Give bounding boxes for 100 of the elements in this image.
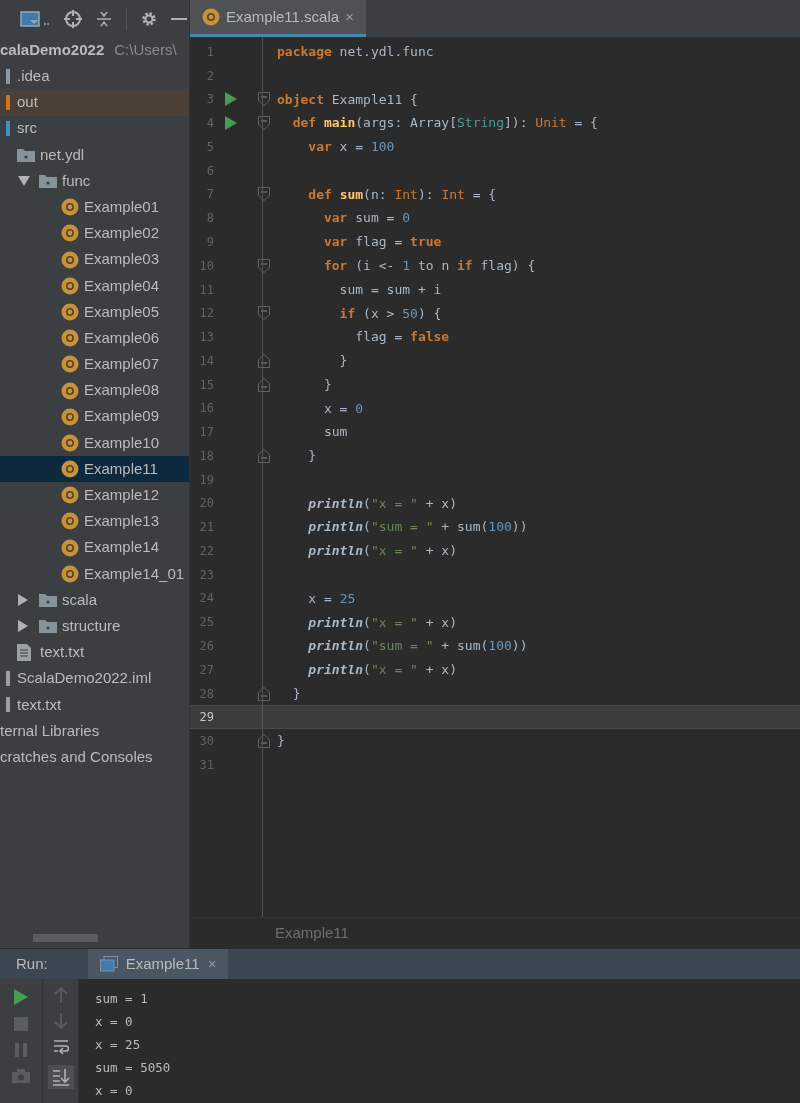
text-file-icon: [17, 643, 31, 661]
collapse-icon[interactable]: [96, 9, 112, 28]
tree-item[interactable]: Example07: [0, 351, 189, 378]
code-line: println("x = " + x): [307, 494, 458, 513]
tree-item[interactable]: ternal Libraries: [0, 717, 189, 745]
tree-item[interactable]: Example06: [0, 325, 189, 352]
tree-item[interactable]: Example01: [0, 194, 189, 221]
tree-item[interactable]: cratches and Consoles: [0, 744, 189, 771]
settings-icon[interactable]: [141, 10, 157, 27]
file-tab[interactable]: Example11.scala ×: [190, 0, 366, 37]
console-line: sum = 5050: [95, 1059, 171, 1078]
fold-icon[interactable]: [258, 187, 270, 202]
object-icon: [61, 460, 79, 479]
folder-icon: [17, 147, 35, 162]
run-tab[interactable]: Example11 ×: [87, 949, 229, 979]
project-path: C:\Users\: [114, 39, 177, 60]
fold-icon[interactable]: [258, 353, 270, 368]
code-line: }: [322, 375, 332, 394]
code-line: var sum = 0: [322, 209, 411, 228]
console-line: x = 25: [95, 1036, 142, 1055]
tree-item[interactable]: Example12: [0, 482, 189, 509]
code-line: flag = false: [354, 328, 450, 347]
tree-item[interactable]: Example08: [0, 377, 189, 404]
camera-icon[interactable]: [12, 1069, 30, 1083]
down-arrow-icon[interactable]: [53, 1013, 68, 1029]
folder-icon: [39, 619, 57, 634]
window-dropdown-icon[interactable]: [20, 10, 50, 27]
tree-item[interactable]: Example11: [0, 456, 189, 483]
line-number: 11: [198, 281, 214, 299]
tree-item[interactable]: Example14_01: [0, 560, 189, 587]
object-icon: [61, 486, 79, 505]
code-line: package net.ydl.func: [276, 43, 434, 62]
line-number: 9: [205, 234, 214, 251]
fold-icon[interactable]: [258, 377, 270, 392]
object-icon: [61, 276, 79, 295]
tree-item[interactable]: calaDemo2022 C:\Users\: [0, 37, 189, 64]
line-number: 6: [205, 162, 214, 180]
run-icon[interactable]: [225, 116, 237, 131]
fold-icon[interactable]: [258, 92, 270, 107]
breadcrumb[interactable]: Example11: [275, 921, 349, 945]
folder-icon: [39, 174, 57, 189]
line-number: 25: [198, 614, 214, 632]
tree-item[interactable]: func: [0, 167, 189, 195]
line-number: 20: [198, 495, 214, 513]
tree-item[interactable]: text.txt: [0, 639, 189, 666]
tree-item[interactable]: .idea: [0, 63, 189, 90]
tree-item[interactable]: Example04: [0, 272, 189, 299]
code-line: if (x > 50) {: [338, 304, 442, 323]
object-icon: [61, 381, 79, 400]
object-icon: [61, 329, 79, 348]
fold-icon[interactable]: [258, 116, 270, 131]
code-line: sum: [322, 423, 348, 442]
scroll-to-end-icon[interactable]: [47, 1065, 74, 1089]
tree-item[interactable]: text.txt: [0, 691, 189, 718]
tree-item[interactable]: Example10: [0, 429, 189, 456]
folder-icon: [39, 593, 57, 608]
line-number: 13: [198, 329, 214, 347]
tree-item[interactable]: out: [0, 89, 189, 116]
minimize-icon[interactable]: [171, 16, 187, 21]
line-number: 27: [198, 661, 214, 679]
tree-item[interactable]: Example13: [0, 508, 189, 535]
scrollbar-thumb[interactable]: [33, 934, 98, 942]
tree-item[interactable]: Example09: [0, 403, 189, 430]
fold-icon[interactable]: [258, 686, 270, 701]
close-button[interactable]: ×: [345, 5, 354, 29]
line-number: 28: [198, 685, 214, 703]
object-icon: [61, 512, 79, 531]
run-icon[interactable]: [225, 92, 237, 107]
crosshair-icon[interactable]: [64, 9, 82, 28]
line-number: 22: [198, 542, 214, 560]
tree-item[interactable]: structure: [0, 613, 189, 640]
code-line: sum = sum + i: [338, 280, 442, 299]
object-icon: [61, 302, 79, 321]
line-number: 14: [198, 352, 214, 370]
fold-icon[interactable]: [258, 448, 270, 463]
tree-item[interactable]: scala: [0, 586, 189, 614]
object-icon: [61, 250, 79, 269]
fold-icon[interactable]: [258, 306, 270, 321]
line-number: 24: [198, 590, 214, 608]
console-line: sum = 1: [95, 990, 149, 1009]
tree-item[interactable]: ScalaDemo2022.iml: [0, 665, 189, 692]
pause-icon[interactable]: [15, 1043, 27, 1057]
line-number: 21: [198, 519, 214, 537]
up-arrow-icon[interactable]: [53, 987, 68, 1003]
run-icon[interactable]: [14, 989, 28, 1005]
tree-item[interactable]: src: [0, 115, 189, 142]
tree-item[interactable]: Example03: [0, 246, 189, 273]
tree-item[interactable]: Example14: [0, 534, 189, 561]
project-name: calaDemo2022: [0, 39, 105, 60]
line-number: 10: [198, 257, 214, 275]
wrap-icon[interactable]: [52, 1039, 69, 1055]
tree-item[interactable]: Example02: [0, 220, 189, 247]
console-line: x = 0: [95, 1082, 134, 1101]
code-line: }: [338, 352, 348, 371]
object-icon: [61, 198, 79, 217]
line-number: 18: [198, 447, 214, 465]
fold-icon[interactable]: [258, 734, 270, 749]
tree-item[interactable]: Example05: [0, 298, 189, 326]
tree-item[interactable]: net.ydl: [0, 141, 189, 168]
fold-icon[interactable]: [258, 258, 270, 273]
